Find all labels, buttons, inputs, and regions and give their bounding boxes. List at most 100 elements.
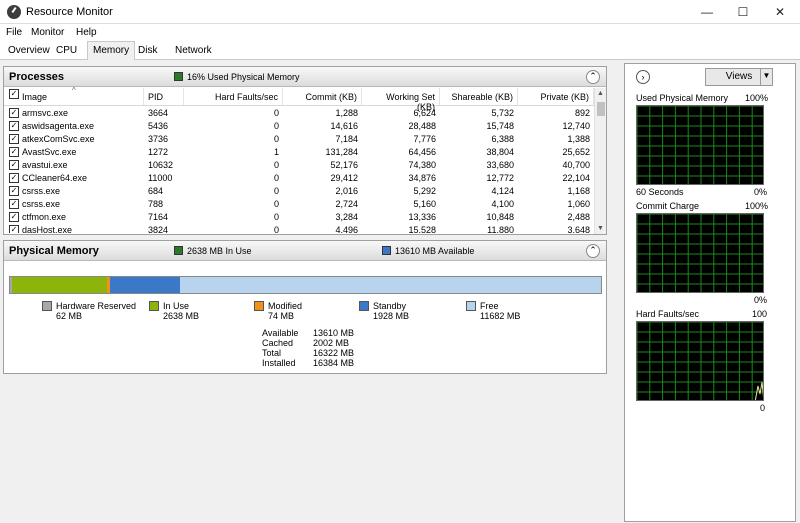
processes-scrollbar[interactable]: ▲ ▼	[594, 88, 606, 234]
table-row[interactable]: ✓ csrss.exe 788 0 2,724 5,160 4,100 1,060	[4, 198, 594, 211]
graph-grid	[637, 322, 763, 400]
window-title: Resource Monitor	[26, 6, 113, 18]
column-private[interactable]: Private (KB)	[518, 88, 594, 105]
tab-memory[interactable]: Memory	[87, 41, 136, 60]
cell-shareable: 12,772	[486, 173, 514, 183]
table-row[interactable]: ✓ CCleaner64.exe 11000 0 29,412 34,876 12,772 2…	[4, 172, 594, 185]
menu-monitor[interactable]: Monitor	[31, 27, 64, 38]
views-dropdown-icon[interactable]: ▼	[760, 68, 773, 86]
table-row[interactable]: ✓ csrss.exe 684 0 2,016 5,292 4,124 1,168	[4, 185, 594, 198]
scroll-thumb[interactable]	[597, 102, 605, 116]
table-row[interactable]: ✓ ctfmon.exe 7164 0 3,284 13,336 10,848 2,488	[4, 211, 594, 224]
bar-standby	[110, 277, 180, 293]
cell-shareable: 33,680	[486, 160, 514, 170]
scroll-down-icon[interactable]: ▼	[597, 225, 604, 232]
cell-working-set: 64,456	[408, 147, 436, 157]
free-swatch	[466, 301, 476, 311]
cell-commit: 4,496	[335, 225, 358, 233]
modified-swatch	[254, 301, 264, 311]
cell-pid: 3824	[148, 225, 169, 233]
close-button[interactable]: ✕	[765, 0, 795, 24]
processes-header[interactable]: Processes 16% Used Physical Memory ⌃	[4, 67, 606, 87]
collapse-processes-button[interactable]: ⌃	[586, 70, 600, 84]
menu-bar: File Monitor Help	[0, 24, 800, 42]
maximize-button[interactable]: ☐	[728, 0, 758, 24]
cell-pid: 10632	[148, 160, 174, 170]
cell-commit: 29,412	[330, 173, 358, 183]
cell-image: armsvc.exe	[22, 108, 69, 118]
cell-pid: 3736	[148, 134, 169, 144]
scroll-up-icon[interactable]: ▲	[597, 90, 604, 97]
table-row[interactable]: ✓ avastui.exe 10632 0 52,176 74,380 33,680 40,7…	[4, 159, 594, 172]
cell-image: avastui.exe	[22, 160, 68, 170]
column-working-set[interactable]: Working Set (KB)	[362, 88, 440, 112]
in-use-legend-swatch	[149, 301, 159, 311]
cell-image: ctfmon.exe	[22, 212, 67, 222]
cell-hard-faults: 0	[273, 134, 279, 144]
physical-memory-header[interactable]: Physical Memory 2638 MB In Use 13610 MB …	[4, 241, 606, 261]
bar-in-use	[12, 277, 108, 293]
column-hard-faults[interactable]: Hard Faults/sec	[184, 88, 283, 105]
tab-network[interactable]: Network	[175, 45, 212, 56]
cell-pid: 684	[148, 186, 164, 196]
available-status: 13610 MB Available	[395, 246, 475, 256]
memory-usage-bar	[9, 276, 602, 294]
cell-pid: 11000	[148, 173, 173, 183]
processes-column-headers: ✓ Image ^ PID Hard Faults/sec Commit (KB…	[4, 86, 594, 112]
table-row[interactable]: ✓ dasHost.exe 3824 0 4,496 15,528 11,880 3,648	[4, 224, 594, 233]
graph-grid	[637, 106, 763, 184]
commit-charge-graph	[636, 213, 764, 293]
column-pid[interactable]: PID	[144, 88, 184, 105]
table-row[interactable]: ✓ atkexComSvc.exe 3736 0 7,184 7,776 6,388 1,38…	[4, 133, 594, 146]
cell-shareable: 11,880	[487, 225, 514, 233]
graph-title-commit-charge: Commit Charge	[636, 201, 700, 211]
chevron-right-icon[interactable]: ›	[636, 70, 650, 84]
in-use-status: 2638 MB In Use	[187, 246, 252, 256]
collapse-physical-memory-button[interactable]: ⌃	[586, 244, 600, 258]
used-memory-swatch	[174, 72, 183, 81]
cell-working-set: 74,380	[408, 160, 436, 170]
graph-timespan: 60 Seconds	[636, 187, 684, 197]
cell-pid: 5436	[148, 121, 169, 131]
graph-title-used-memory: Used Physical Memory	[636, 93, 729, 103]
cell-pid: 788	[148, 199, 164, 209]
tab-disk[interactable]: Disk	[138, 45, 157, 56]
table-row[interactable]: ✓ aswidsagenta.exe 5436 0 14,616 28,488 15,748…	[4, 120, 594, 133]
minimize-button[interactable]: —	[692, 0, 722, 24]
memory-stats: Available 13610 MB Cached 2002 MB Total 163…	[262, 328, 382, 368]
column-commit[interactable]: Commit (KB)	[283, 88, 362, 105]
cell-image: AvastSvc.exe	[22, 147, 77, 157]
cell-commit: 2,016	[335, 186, 358, 196]
cell-shareable: 4,100	[491, 199, 514, 209]
stat-cached: Cached 2002 MB	[262, 338, 350, 348]
tab-cpu[interactable]: CPU	[56, 45, 77, 56]
cell-hard-faults: 0	[273, 121, 279, 131]
column-shareable[interactable]: Shareable (KB)	[440, 88, 518, 105]
cell-working-set: 5,160	[413, 199, 436, 209]
cell-private: 25,652	[562, 147, 590, 157]
cell-working-set: 7,776	[413, 134, 436, 144]
cell-commit: 2,724	[335, 199, 358, 209]
stat-available: Available 13610 MB	[262, 328, 355, 338]
standby-swatch	[359, 301, 369, 311]
cell-commit: 7,184	[335, 134, 358, 144]
cell-hard-faults: 0	[273, 173, 279, 183]
tab-strip: Overview CPU Memory Disk Network	[0, 41, 800, 60]
in-use-swatch	[174, 246, 183, 255]
menu-help[interactable]: Help	[76, 27, 97, 38]
cell-hard-faults: 0	[273, 225, 279, 233]
graph-min-used-memory: 0%	[754, 187, 768, 197]
table-row[interactable]: ✓ AvastSvc.exe 1272 1 131,284 64,456 38,804 25,…	[4, 146, 594, 159]
menu-file[interactable]: File	[6, 27, 22, 38]
cell-shareable: 5,732	[491, 108, 514, 118]
table-row[interactable]: ✓ armsvc.exe 3664 0 1,288 6,624 5,732 892	[4, 107, 594, 120]
cell-hard-faults: 0	[273, 160, 279, 170]
tab-overview[interactable]: Overview	[8, 45, 50, 56]
cell-pid: 1272	[148, 147, 169, 157]
graph-min-commit-charge: 0%	[754, 295, 768, 305]
cell-private: 892	[574, 108, 590, 118]
select-all-checkbox[interactable]: ✓	[9, 89, 19, 99]
physical-memory-title: Physical Memory	[9, 245, 99, 257]
graph-max-hard-faults: 100	[752, 309, 768, 319]
column-image[interactable]: ✓ Image ^	[4, 86, 144, 105]
